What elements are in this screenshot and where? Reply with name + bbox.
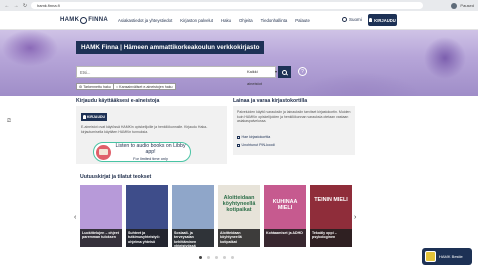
book-cover[interactable]: TEININ MIELI Tekoäly oppi – psykologinen	[310, 185, 352, 247]
assistant-avatar-icon	[425, 251, 436, 262]
search-button[interactable]	[278, 66, 291, 78]
forgot-pin-link[interactable]: Unohtunut PIN-koodi	[237, 143, 275, 147]
book-caption: Sosiaali- ja terveysalan kehittäminen yh…	[172, 229, 214, 247]
library-card-info: Palveluiden käyttö varauksiin ja lainauk…	[237, 110, 351, 123]
libby-subline: For limited time only	[133, 156, 168, 161]
carousel-prev-icon[interactable]: ‹	[74, 214, 76, 221]
search-scope-select[interactable]: Kaikki aineistot ▾	[247, 66, 277, 86]
profile-status: Paused	[460, 3, 474, 8]
profile-avatar[interactable]	[451, 2, 458, 9]
eresources-login-label: KIRJAUDU	[86, 115, 106, 119]
browser-toolbar: ← → ↻ hamk.finna.fi Paused	[0, 0, 478, 11]
help-icon[interactable]: ?	[298, 67, 307, 76]
globe-small-icon: ○	[116, 84, 119, 89]
book-caption: Suhteet ja tutkimusyhteistyö: ohjelma yh…	[126, 229, 168, 247]
book-caption: Kohtaamiset ja ADHD	[264, 229, 306, 247]
search-icon	[282, 69, 287, 75]
book-cover[interactable]: KUHINAA MIELI Kohtaamiset ja ADHD	[264, 185, 306, 247]
reload-icon[interactable]: ↻	[22, 3, 28, 9]
logo-finna: FINNA	[88, 17, 109, 23]
library-card-panel: Palveluiden käyttö varauksiin ja lainauk…	[233, 106, 355, 155]
libby-banner[interactable]: Listen to audio books on Libby app! For …	[93, 142, 191, 162]
eresources-login-button[interactable]: KIRJAUDU	[81, 113, 107, 121]
language-label: Suomi	[349, 17, 362, 22]
chevron-down-icon: ▾	[274, 69, 277, 74]
globe-icon	[342, 17, 347, 22]
forgot-pin-label: Unohtunut PIN-koodi	[241, 143, 275, 147]
menu-item-palaute[interactable]: Palaute	[295, 18, 310, 23]
apply-card-label: Hae kirjastokorttia	[241, 135, 271, 139]
forward-icon[interactable]: →	[13, 3, 19, 9]
login-label: KIRJAUDU	[374, 17, 396, 23]
book-caption: Aloitteidaan köyhtyneellä kotipaikat	[218, 229, 260, 247]
apply-card-link[interactable]: Hae kirjastokorttia	[237, 135, 270, 139]
hero-banner: HAMK Finna | Hämeen ammattikorkeakoulun …	[0, 30, 478, 96]
book-cover[interactable]: Suhteet ja tutkimusyhteistyö: ohjelma yh…	[126, 185, 168, 247]
library-card-heading: Lainaa ja varaa kirjastokortilla	[233, 98, 308, 104]
book-cover[interactable]: Aloitteidaan köyhtyneellä kotipaikat Alo…	[218, 185, 260, 247]
carousel-dot[interactable]	[231, 256, 234, 259]
new-books-heading: Uutuuskirjat ja tilatut teokset	[80, 174, 152, 180]
carousel-next-icon[interactable]: ›	[354, 214, 356, 221]
filter-icon: ⚙	[79, 84, 83, 89]
library-search-label: Kansainväliset e-aineistojen haku	[119, 84, 173, 89]
logo-circle-icon	[80, 16, 88, 24]
book-title: KUHINAA MIELI	[272, 199, 298, 211]
menu-item-asiakastiedot[interactable]: Asiakastiedot ja yhteystiedot	[118, 18, 172, 23]
menu-item-palvelut[interactable]: Kirjaston palvelut	[180, 18, 213, 23]
back-icon[interactable]: ←	[4, 3, 10, 9]
book-caption: Luokittelujen – ohjeet paremman tuloksen	[80, 229, 122, 247]
site-header: HAMK FINNA Asiakastiedot ja yhteystiedot…	[0, 11, 478, 30]
chat-assistant-button[interactable]: HAMK Bestie	[422, 248, 472, 265]
search-scope-label: Kaikki aineistot	[247, 69, 262, 86]
book-title: Aloitteidaan köyhtyneellä kotipaikat	[222, 195, 256, 213]
carousel-dot[interactable]	[207, 256, 210, 259]
external-link-icon	[237, 135, 240, 139]
page-title: HAMK Finna | Hämeen ammattikorkeakoulun …	[76, 41, 265, 54]
libby-headline: Listen to audio books on Libby app!	[115, 143, 186, 155]
carousel-dot[interactable]	[199, 256, 202, 259]
book-cover[interactable]: Sosiaali- ja terveysalan kehittäminen yh…	[172, 185, 214, 247]
external-link-icon	[237, 143, 240, 147]
user-icon	[369, 18, 373, 22]
carousel-dot[interactable]	[223, 256, 226, 259]
carousel-dot[interactable]	[215, 256, 218, 259]
eresources-info: E-aineistot ovat käytössä HAMKin opiskel…	[81, 125, 208, 134]
mouse-cursor-icon: ⎚	[7, 118, 12, 124]
menu-item-tiedonhallinta[interactable]: Tiedonhallinta	[261, 18, 288, 23]
carousel-pagination	[199, 256, 234, 259]
logo[interactable]: HAMK FINNA	[60, 16, 109, 24]
logo-hamk: HAMK	[60, 17, 80, 23]
search-input[interactable]: Etsi...	[76, 66, 276, 78]
chat-assistant-label: HAMK Bestie	[439, 254, 463, 259]
book-title: TEININ MIELI	[314, 197, 348, 203]
book-caption: Tekoäly oppi – psykologinen	[310, 229, 352, 247]
language-selector[interactable]: Suomi	[342, 17, 362, 22]
menu-item-ohjeita[interactable]: Ohjeita	[239, 18, 253, 23]
libby-icon	[96, 144, 111, 160]
main-menu: Asiakastiedot ja yhteystiedot Kirjaston …	[118, 18, 310, 23]
advanced-search-label: Tarkennettu haku	[83, 84, 111, 89]
login-button[interactable]: KIRJAUDU	[368, 14, 397, 26]
book-cover[interactable]: Luokittelujen – ohjeet paremman tuloksen	[80, 185, 122, 247]
library-search-button[interactable]: ○ Kansainväliset e-aineistojen haku	[113, 83, 176, 90]
eresources-heading: Kirjaudu käyttääksesi e-aineistoja	[76, 98, 160, 104]
user-icon	[82, 115, 86, 119]
menu-item-haku[interactable]: Haku	[221, 18, 231, 23]
address-bar[interactable]: hamk.finna.fi	[31, 2, 423, 9]
advanced-search-button[interactable]: ⚙ Tarkennettu haku	[76, 83, 114, 90]
